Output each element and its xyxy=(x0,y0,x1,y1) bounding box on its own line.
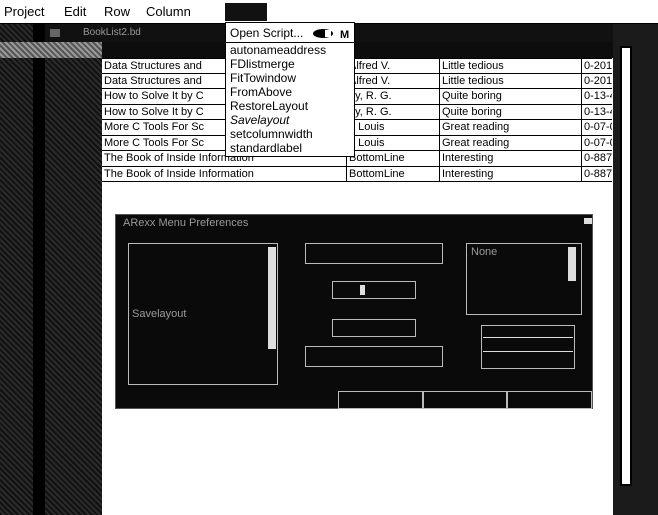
menu-item-restorelayout[interactable]: RestoreLayout xyxy=(230,100,308,113)
table-cell[interactable]: Little tedious xyxy=(440,73,582,89)
table-row[interactable]: Data Structures and Alfred V. Little ted… xyxy=(102,73,612,89)
table-cell[interactable]: Alfred V. xyxy=(347,58,440,74)
table-cell[interactable]: Quite boring xyxy=(440,104,582,120)
empty-document-area[interactable] xyxy=(102,410,613,515)
table-cell[interactable]: Great reading xyxy=(440,135,582,151)
shortcut-label: M xyxy=(312,28,349,41)
table-row[interactable]: More C Tools For Sc r, Louis Great readi… xyxy=(102,135,612,151)
table-cell[interactable]: 0-887 xyxy=(582,167,612,182)
data-table: Data Structures and Alfred V. Little ted… xyxy=(102,58,612,182)
cancel-button[interactable] xyxy=(506,391,592,409)
text-cursor xyxy=(360,285,365,295)
table-row[interactable]: Data Structures and Alfred V. Little ted… xyxy=(102,58,612,74)
use-button[interactable] xyxy=(422,391,508,409)
table-cell[interactable]: ey, R. G. xyxy=(347,104,440,120)
table-cell[interactable]: 0-201- xyxy=(582,74,612,89)
table-cell[interactable]: Great reading xyxy=(440,120,582,136)
arexx-dropdown-menu: Open Script... M autonameaddress FDlistm… xyxy=(225,22,355,157)
arexx-preferences-dialog: ARexx Menu Preferences Savelayout None xyxy=(115,214,593,409)
window-title: BookList2.bd xyxy=(83,27,141,38)
args-field[interactable] xyxy=(332,319,416,337)
menu-item-open-script[interactable]: Open Script... xyxy=(230,27,303,40)
table-row[interactable]: More C Tools For Sc r, Louis Great readi… xyxy=(102,120,612,136)
menu-item-fdlistmerge[interactable]: FDlistmerge xyxy=(230,58,295,71)
table-cell[interactable]: The Book of Inside Information xyxy=(102,166,347,182)
options-panel[interactable] xyxy=(481,325,575,369)
row-label-panel xyxy=(0,24,102,515)
table-cell[interactable]: 0-201- xyxy=(582,58,612,74)
menu-column[interactable]: Column xyxy=(146,5,191,19)
table-cell[interactable]: 0-13-4 xyxy=(582,89,612,105)
table-row[interactable]: The Book of Inside Information BottomLin… xyxy=(102,166,612,182)
depth-gadget-icon[interactable] xyxy=(584,218,592,224)
list-item-selected[interactable]: Savelayout xyxy=(132,308,186,320)
table-row[interactable]: The Book of Inside Information BottomLin… xyxy=(102,151,612,167)
column-header-row[interactable] xyxy=(102,42,613,58)
table-cell[interactable]: Little tedious xyxy=(440,58,582,74)
table-cell[interactable]: r, Louis xyxy=(347,135,440,151)
dialog-title: ARexx Menu Preferences xyxy=(123,217,249,229)
name-field[interactable] xyxy=(305,243,443,264)
vertical-scrollbar[interactable] xyxy=(620,46,632,486)
menu-item-fittowindow[interactable]: FitTowindow xyxy=(230,72,296,85)
script-list[interactable]: Savelayout xyxy=(128,243,278,385)
table-row[interactable]: How to Solve It by C ey, R. G. Quite bor… xyxy=(102,104,612,120)
table-cell[interactable]: 0-13-4 xyxy=(582,105,612,120)
table-cell[interactable]: r, Louis xyxy=(347,120,440,136)
menu-arexx[interactable] xyxy=(225,3,267,21)
shortcut-value[interactable]: None xyxy=(471,246,497,258)
list-scrollbar[interactable] xyxy=(268,247,276,349)
menu-project[interactable]: Project xyxy=(4,5,44,19)
menu-item-autonameaddress[interactable]: autonameaddress xyxy=(230,44,326,57)
script-field[interactable] xyxy=(332,281,416,299)
menu-bar: Project Edit Row Column xyxy=(0,0,658,24)
table-cell[interactable]: 0-07-0 xyxy=(582,120,612,136)
table-cell[interactable]: Quite boring xyxy=(440,89,582,105)
table-cell[interactable]: BottomLine xyxy=(347,151,440,167)
table-cell[interactable]: Alfred V. xyxy=(347,73,440,89)
menu-row[interactable]: Row xyxy=(104,5,130,19)
table-row[interactable]: How to Solve It by C ey, R. G. Quite bor… xyxy=(102,89,612,105)
table-cell[interactable]: ey, R. G. xyxy=(347,89,440,105)
amiga-key-icon xyxy=(313,29,333,38)
table-cell[interactable]: 0-07-0 xyxy=(582,136,612,151)
table-cell[interactable]: Interesting xyxy=(440,166,582,182)
table-cell[interactable]: Interesting xyxy=(440,151,582,167)
menu-item-standardlabel[interactable]: standardlabel xyxy=(230,142,302,155)
shortcut-list[interactable]: None xyxy=(466,243,582,315)
save-button[interactable] xyxy=(338,391,424,409)
row-header-corner xyxy=(0,42,102,58)
shortcut-scrollbar[interactable] xyxy=(568,247,576,281)
table-cell[interactable]: BottomLine xyxy=(347,166,440,182)
menu-item-savelayout[interactable]: Savelayout xyxy=(230,114,289,127)
menu-item-setcolumnwidth[interactable]: setcolumnwidth xyxy=(230,128,313,141)
left-scrollbar[interactable] xyxy=(33,24,45,515)
command-field[interactable] xyxy=(305,346,443,367)
menu-item-fromabove[interactable]: FromAbove xyxy=(230,86,292,99)
shortcut-key: M xyxy=(340,29,350,41)
menu-edit[interactable]: Edit xyxy=(64,5,86,19)
option-divider xyxy=(483,351,573,352)
close-icon[interactable] xyxy=(50,29,60,37)
table-cell[interactable]: 0-887 xyxy=(582,151,612,167)
option-divider xyxy=(483,337,573,338)
